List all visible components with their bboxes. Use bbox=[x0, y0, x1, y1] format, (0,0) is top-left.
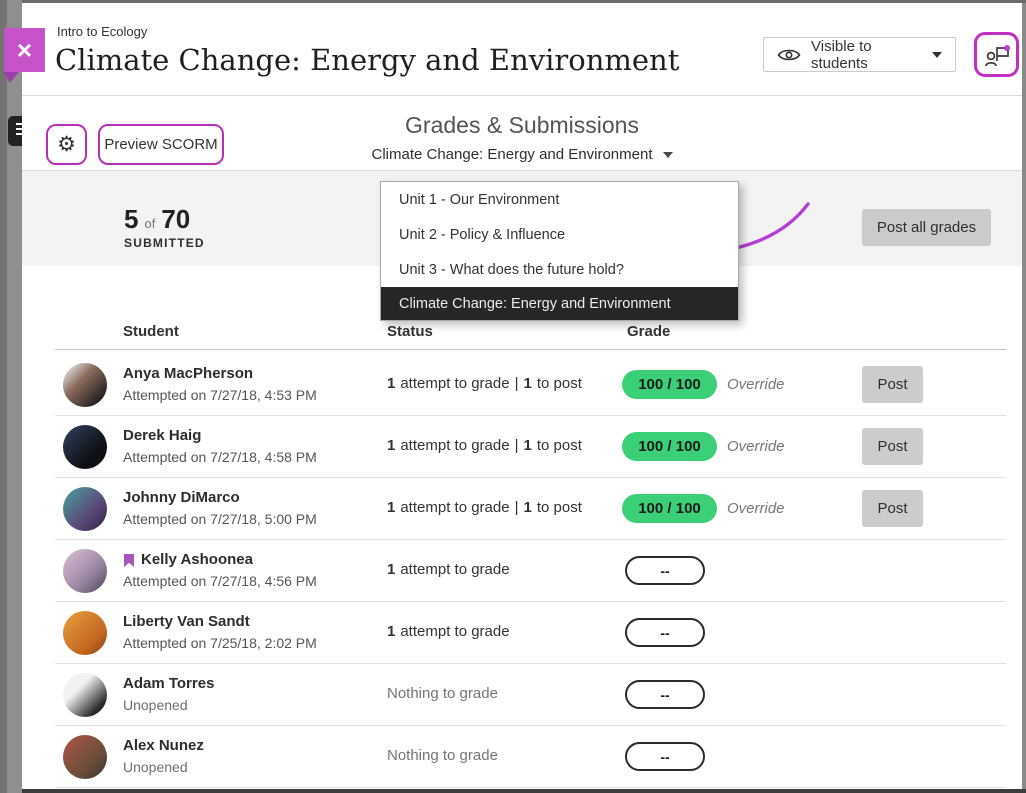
submitted-label: SUBMITTED bbox=[124, 236, 205, 250]
graded-item-selector[interactable]: Climate Change: Energy and Environment bbox=[22, 146, 1022, 163]
dropdown-item-unit-1[interactable]: Unit 1 - Our Environment bbox=[381, 182, 738, 217]
status-text: 1 attempt to grade bbox=[387, 561, 510, 578]
row-divider bbox=[55, 787, 1006, 788]
grade-pill[interactable]: 100 / 100 bbox=[622, 432, 717, 461]
content-title: Climate Change: Energy and Environment bbox=[55, 43, 679, 77]
avatar bbox=[63, 425, 107, 469]
window-frame-left bbox=[0, 0, 7, 793]
visibility-label: Visible to students bbox=[811, 38, 914, 72]
submission-counts: 5 of 70 SUBMITTED bbox=[124, 204, 205, 250]
attempt-detail: Attempted on 7/27/18, 5:00 PM bbox=[123, 509, 317, 529]
attempt-detail: Attempted on 7/27/18, 4:53 PM bbox=[123, 385, 317, 405]
post-button[interactable]: Post bbox=[862, 366, 923, 403]
attempt-detail: Unopened bbox=[123, 757, 204, 777]
status-text: 1 attempt to grade bbox=[387, 623, 510, 640]
attempt-detail: Unopened bbox=[123, 695, 214, 715]
override-label: Override bbox=[727, 376, 785, 393]
student-name: Alex Nunez bbox=[123, 736, 204, 756]
avatar bbox=[63, 363, 107, 407]
student-row[interactable]: Anya MacPherson Attempted on 7/27/18, 4:… bbox=[22, 354, 1022, 416]
student-name: Anya MacPherson bbox=[123, 364, 253, 384]
student-row[interactable]: Derek Haig Attempted on 7/27/18, 4:58 PM… bbox=[22, 416, 1022, 478]
table-header-row: Student Status Grade bbox=[22, 323, 1022, 350]
bookmark-flag-icon bbox=[123, 553, 135, 568]
selected-item-label: Climate Change: Energy and Environment bbox=[372, 146, 653, 163]
grade-pill[interactable]: -- bbox=[625, 618, 705, 647]
of-label: of bbox=[144, 216, 155, 231]
dropdown-item-unit-2[interactable]: Unit 2 - Policy & Influence bbox=[381, 217, 738, 252]
grade-pill[interactable]: 100 / 100 bbox=[622, 494, 717, 523]
student-name: Derek Haig bbox=[123, 426, 201, 446]
status-text: 1 attempt to grade | 1 to post bbox=[387, 437, 582, 454]
column-header-status: Status bbox=[387, 323, 433, 340]
status-text: Nothing to grade bbox=[387, 747, 498, 764]
submitted-count: 5 bbox=[124, 204, 138, 235]
student-name: Liberty Van Sandt bbox=[123, 612, 250, 632]
student-name: Adam Torres bbox=[123, 674, 214, 694]
close-panel-button[interactable]: × bbox=[4, 28, 45, 72]
chevron-down-icon bbox=[932, 52, 942, 58]
total-count: 70 bbox=[161, 204, 190, 235]
visibility-dropdown-button[interactable]: Visible to students bbox=[763, 37, 956, 72]
student-name: Kelly Ashoonea bbox=[141, 550, 253, 570]
avatar bbox=[63, 487, 107, 531]
student-name: Johnny DiMarco bbox=[123, 488, 240, 508]
override-label: Override bbox=[727, 438, 785, 455]
student-row[interactable]: Johnny DiMarco Attempted on 7/27/18, 5:0… bbox=[22, 478, 1022, 540]
status-text: 1 attempt to grade | 1 to post bbox=[387, 375, 582, 392]
attempt-detail: Attempted on 7/27/18, 4:58 PM bbox=[123, 447, 317, 467]
window-frame-bottom bbox=[22, 789, 1026, 793]
scorm-toolbar: ⚙ Preview SCORM Grades & Submissions Cli… bbox=[22, 96, 1022, 171]
grade-pill[interactable]: -- bbox=[625, 680, 705, 709]
page-header: Intro to Ecology Climate Change: Energy … bbox=[22, 3, 1022, 96]
panel-title: Grades & Submissions bbox=[22, 112, 1022, 139]
student-rows: Anya MacPherson Attempted on 7/27/18, 4:… bbox=[22, 354, 1022, 788]
student-row[interactable]: Kelly Ashoonea Attempted on 7/27/18, 4:5… bbox=[22, 540, 1022, 602]
avatar bbox=[63, 611, 107, 655]
dropdown-item-selected[interactable]: Climate Change: Energy and Environment bbox=[381, 287, 738, 320]
grade-pill[interactable]: -- bbox=[625, 742, 705, 771]
chevron-down-icon bbox=[663, 152, 673, 158]
column-header-student: Student bbox=[123, 323, 179, 340]
status-text: 1 attempt to grade | 1 to post bbox=[387, 499, 582, 516]
class-register-button[interactable] bbox=[974, 32, 1019, 77]
student-row[interactable]: Liberty Van Sandt Attempted on 7/25/18, … bbox=[22, 602, 1022, 664]
student-row[interactable]: Alex Nunez Unopened Nothing to grade -- bbox=[22, 726, 1022, 788]
person-flag-icon bbox=[983, 41, 1011, 69]
post-all-grades-button[interactable]: Post all grades bbox=[862, 209, 991, 246]
override-label: Override bbox=[727, 500, 785, 517]
grade-pill[interactable]: 100 / 100 bbox=[622, 370, 717, 399]
status-text: Nothing to grade bbox=[387, 685, 498, 702]
post-button[interactable]: Post bbox=[862, 428, 923, 465]
course-name: Intro to Ecology bbox=[57, 24, 147, 39]
column-header-grade: Grade bbox=[627, 323, 670, 340]
avatar bbox=[63, 735, 107, 779]
avatar bbox=[63, 549, 107, 593]
dropdown-item-unit-3[interactable]: Unit 3 - What does the future hold? bbox=[381, 252, 738, 287]
table-header-divider bbox=[55, 349, 1006, 350]
attempt-detail: Attempted on 7/25/18, 2:02 PM bbox=[123, 633, 317, 653]
avatar bbox=[63, 673, 107, 717]
main-panel: Intro to Ecology Climate Change: Energy … bbox=[22, 3, 1022, 789]
student-row[interactable]: Adam Torres Unopened Nothing to grade -- bbox=[22, 664, 1022, 726]
grade-pill[interactable]: -- bbox=[625, 556, 705, 585]
eye-icon bbox=[777, 47, 801, 63]
item-dropdown-menu: Unit 1 - Our Environment Unit 2 - Policy… bbox=[380, 181, 739, 321]
post-button[interactable]: Post bbox=[862, 490, 923, 527]
attempt-detail: Attempted on 7/27/18, 4:56 PM bbox=[123, 571, 317, 591]
close-icon: × bbox=[17, 35, 32, 66]
